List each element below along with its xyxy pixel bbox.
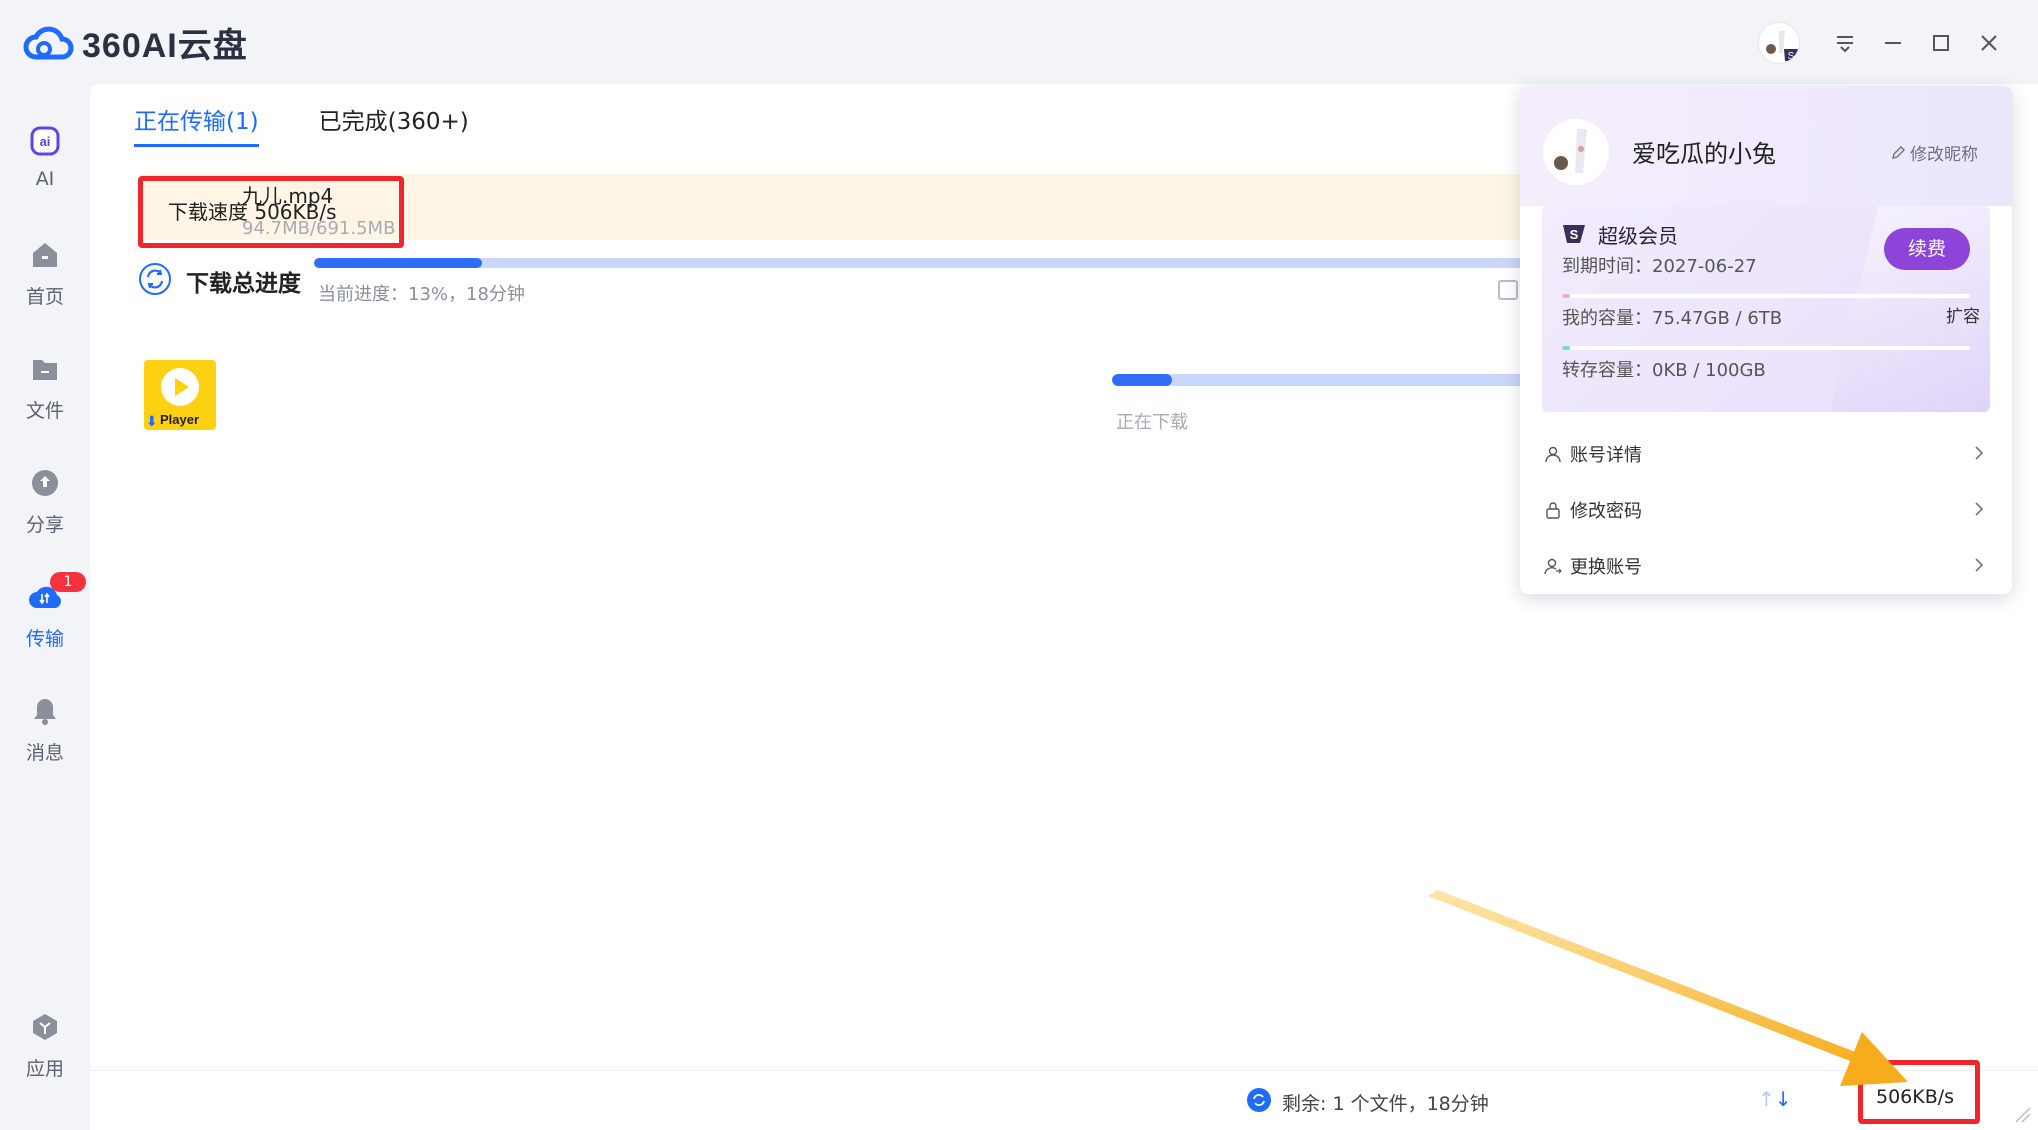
tab-in-progress[interactable]: 正在传输(1) bbox=[134, 102, 259, 147]
maximize-button[interactable] bbox=[1924, 26, 1958, 60]
lock-icon bbox=[1542, 499, 1564, 521]
thumbnail-label: Player bbox=[160, 412, 200, 427]
bell-icon bbox=[28, 694, 62, 728]
play-icon bbox=[161, 368, 199, 406]
chevron-right-icon bbox=[1975, 502, 1984, 516]
sidebar-item-label: 首页 bbox=[25, 286, 64, 308]
ai-icon: ai bbox=[28, 124, 62, 158]
close-button[interactable] bbox=[1972, 26, 2006, 60]
capacity-bar bbox=[1562, 294, 1970, 298]
menu-item-label: 更换账号 bbox=[1570, 557, 1642, 578]
video-file-thumbnail: ⬇ Player bbox=[144, 360, 216, 430]
transfer-count-badge: 1 bbox=[50, 572, 86, 592]
sidebar-item-files[interactable]: 文件 bbox=[0, 352, 90, 423]
remaining-files-text: 剩余: 1 个文件，18分钟 bbox=[1282, 1093, 1489, 1115]
sidebar-item-transfer[interactable]: 1 传输 bbox=[0, 572, 90, 651]
sidebar-item-messages[interactable]: 消息 bbox=[0, 694, 90, 765]
chevron-right-icon bbox=[1975, 446, 1984, 460]
cloud-logo-icon bbox=[23, 26, 74, 59]
close-icon bbox=[1981, 35, 1997, 51]
total-progress-bar bbox=[314, 258, 1610, 268]
select-all-checkbox[interactable] bbox=[1498, 280, 1518, 300]
user-icon bbox=[1542, 443, 1564, 465]
title-bar: 360AI云盘 S bbox=[0, 0, 2038, 84]
svg-text:S: S bbox=[1570, 227, 1579, 242]
file-name: 九儿.mp4 bbox=[242, 184, 334, 208]
switch-user-icon bbox=[1542, 555, 1564, 577]
resize-grip-icon[interactable] bbox=[2012, 1104, 2032, 1124]
svg-text:S: S bbox=[1788, 51, 1795, 62]
sync-status-icon bbox=[1247, 1088, 1271, 1112]
total-progress-title: 下载总进度 bbox=[186, 271, 301, 297]
sidebar-item-label: 文件 bbox=[25, 400, 64, 422]
sidebar-item-apps[interactable]: 应用 bbox=[0, 1010, 90, 1081]
tab-completed[interactable]: 已完成(360+) bbox=[319, 102, 469, 147]
sidebar-item-label: 应用 bbox=[25, 1058, 64, 1080]
menu-switch-account[interactable]: 更换账号 bbox=[1542, 538, 1990, 594]
maximize-icon bbox=[1933, 35, 1949, 51]
file-status: 正在下载 bbox=[1116, 412, 1188, 433]
sidebar-item-label: 分享 bbox=[25, 514, 64, 536]
vip-card: S 超级会员 到期时间：2027-06-27 续费 我的容量：75.47GB /… bbox=[1542, 206, 1990, 412]
profile-nickname: 爱吃瓜的小兔 bbox=[1632, 140, 1776, 168]
home-icon bbox=[28, 238, 62, 272]
total-progress-fill bbox=[314, 258, 483, 268]
app-title: 360AI云盘 bbox=[82, 27, 248, 65]
profile-popover: 爱吃瓜的小兔 修改昵称 S 超级会员 到期时间：2027-06-27 续费 我的… bbox=[1520, 86, 2012, 594]
account-avatar-button[interactable]: S bbox=[1758, 22, 1800, 64]
menu-change-password[interactable]: 修改密码 bbox=[1542, 482, 1990, 538]
file-progress-fill bbox=[1112, 374, 1172, 386]
sidebar-item-share[interactable]: 分享 bbox=[0, 466, 90, 537]
transfer-capacity-text: 转存容量：0KB / 100GB bbox=[1562, 360, 1766, 381]
menu-item-label: 修改密码 bbox=[1570, 501, 1642, 522]
minimize-icon bbox=[1885, 42, 1901, 44]
capacity-fill bbox=[1562, 294, 1571, 298]
profile-avatar bbox=[1542, 118, 1610, 186]
menu-dropdown-button[interactable] bbox=[1828, 26, 1862, 60]
transfer-row[interactable]: ⬇ Player bbox=[140, 354, 1610, 444]
avatar-image bbox=[1554, 129, 1587, 173]
sidebar-item-label: AI bbox=[35, 168, 55, 190]
expand-storage-link[interactable]: 扩容 bbox=[1946, 302, 1980, 327]
sidebar: ai AI 首页 文件 分享 1 传输 消息 应用 bbox=[0, 84, 90, 1130]
share-icon bbox=[28, 466, 62, 500]
transfer-capacity-fill bbox=[1562, 346, 1571, 350]
sync-icon bbox=[139, 263, 171, 295]
footer-speed: 506KB/s bbox=[1876, 1086, 1955, 1108]
sidebar-item-label: 消息 bbox=[25, 742, 64, 764]
app-logo: 360AI云盘 bbox=[22, 18, 248, 67]
edit-nickname-button[interactable]: 修改昵称 bbox=[1890, 140, 1978, 165]
upload-download-icon[interactable]: ↑↓ bbox=[1758, 1087, 1792, 1111]
transfer-capacity-bar bbox=[1562, 346, 1970, 350]
svg-text:ai: ai bbox=[40, 134, 51, 149]
chevron-right-icon bbox=[1975, 558, 1984, 572]
file-size: 94.7MB/691.5MB bbox=[242, 218, 396, 239]
vip-badge-icon: S bbox=[1784, 49, 1798, 62]
minimize-button[interactable] bbox=[1876, 26, 1910, 60]
folder-icon bbox=[28, 352, 62, 386]
status-bar: 剩余: 1 个文件，18分钟 ↑↓ bbox=[90, 1070, 2038, 1130]
capacity-text: 我的容量：75.47GB / 6TB bbox=[1562, 308, 1783, 329]
menu-icon bbox=[1837, 36, 1853, 53]
sidebar-item-ai[interactable]: ai AI bbox=[0, 124, 90, 190]
menu-account-details[interactable]: 账号详情 bbox=[1542, 426, 1990, 482]
transfer-tabs: 正在传输(1) 已完成(360+) bbox=[134, 102, 469, 147]
sidebar-item-label: 传输 bbox=[25, 628, 64, 650]
download-arrow-icon: ⬇ bbox=[146, 414, 158, 430]
edit-nickname-label: 修改昵称 bbox=[1910, 145, 1978, 165]
apps-icon bbox=[28, 1010, 62, 1044]
edit-icon bbox=[1892, 145, 1905, 159]
vip-expire-date: 到期时间：2027-06-27 bbox=[1562, 256, 1757, 277]
super-vip-icon: S bbox=[1563, 225, 1585, 243]
total-progress-text: 当前进度：13%，18分钟 bbox=[318, 284, 525, 305]
renew-button[interactable]: 续费 bbox=[1884, 228, 1970, 270]
sidebar-item-home[interactable]: 首页 bbox=[0, 238, 90, 309]
profile-header: 爱吃瓜的小兔 修改昵称 bbox=[1520, 86, 2012, 206]
menu-item-label: 账号详情 bbox=[1570, 445, 1642, 466]
vip-title: 超级会员 bbox=[1598, 224, 1678, 248]
